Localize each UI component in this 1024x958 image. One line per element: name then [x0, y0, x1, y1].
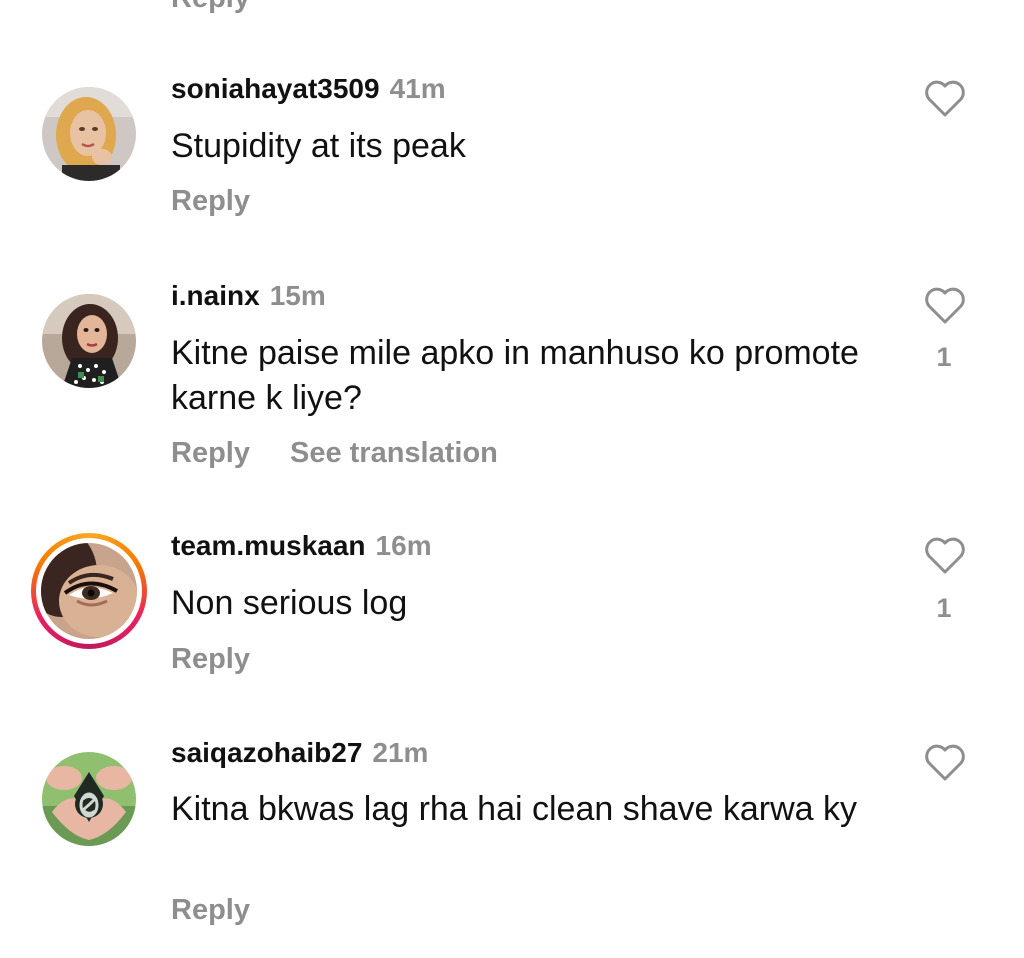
comment-text: Kitne paise mile apko in manhuso ko prom…: [171, 334, 859, 417]
comment-meta: saiqazohaib27 21m: [171, 736, 428, 770]
username[interactable]: i.nainx: [171, 280, 260, 311]
avatar[interactable]: [42, 752, 136, 846]
comment-text: Non serious log: [171, 584, 408, 622]
user-avatar-icon: [42, 752, 136, 846]
reply-button[interactable]: Reply: [171, 436, 250, 470]
avatar[interactable]: [41, 543, 137, 639]
like-button[interactable]: [923, 78, 967, 118]
comment-text: Kitna bkwas lag rha hai clean shave karw…: [171, 790, 858, 828]
reply-button[interactable]: Reply: [171, 184, 250, 218]
like-count[interactable]: 1: [930, 593, 958, 624]
reply-button[interactable]: Reply: [171, 642, 250, 676]
username[interactable]: soniahayat3509: [171, 73, 380, 104]
comment-time: 21m: [372, 737, 429, 768]
comment-meta: soniahayat3509 41m: [171, 72, 446, 106]
like-button[interactable]: [923, 535, 967, 575]
avatar[interactable]: [42, 294, 136, 388]
username[interactable]: team.muskaan: [171, 530, 366, 561]
comment-actions: Reply: [171, 184, 250, 218]
comment-actions: Reply See translation: [171, 436, 498, 470]
like-count[interactable]: 1: [930, 342, 958, 373]
user-avatar-icon: [41, 543, 137, 639]
heart-icon: [925, 287, 965, 324]
comment-text: Stupidity at its peak: [171, 127, 466, 165]
comment-meta: team.muskaan 16m: [171, 529, 432, 563]
see-translation-button[interactable]: See translation: [290, 436, 498, 470]
heart-icon: [925, 80, 965, 117]
comment-actions: Reply: [171, 642, 250, 676]
comment-time: 41m: [389, 73, 446, 104]
heart-icon: [925, 537, 965, 574]
comment-actions: Reply: [171, 893, 250, 927]
avatar[interactable]: [42, 87, 136, 181]
comments-list: Reply soniahayat3509 41m Stupidity at its…: [0, 0, 1024, 958]
reply-button[interactable]: Reply: [171, 0, 250, 15]
like-button[interactable]: [923, 742, 967, 782]
comment-time: 16m: [375, 530, 432, 561]
story-ring[interactable]: [31, 533, 147, 649]
user-avatar-icon: [42, 87, 136, 181]
reply-button[interactable]: Reply: [171, 893, 250, 927]
comment-time: 15m: [269, 280, 326, 311]
heart-icon: [925, 744, 965, 781]
comment-meta: i.nainx 15m: [171, 279, 326, 313]
like-button[interactable]: [923, 285, 967, 325]
username[interactable]: saiqazohaib27: [171, 737, 362, 768]
user-avatar-icon: [42, 294, 136, 388]
